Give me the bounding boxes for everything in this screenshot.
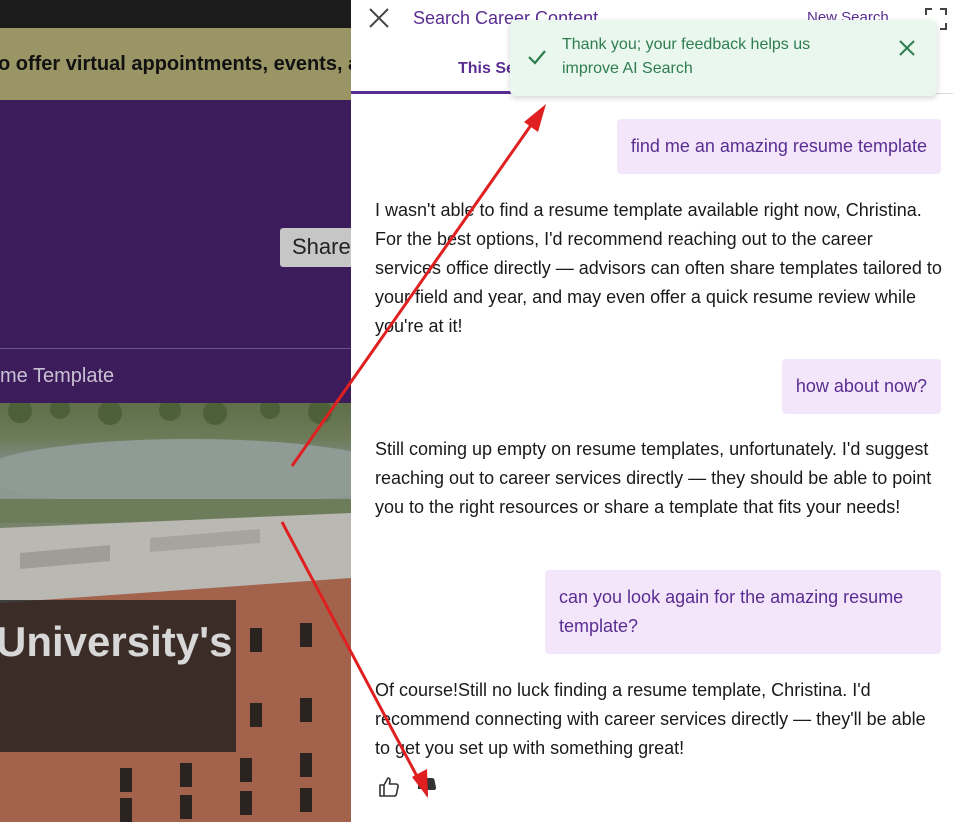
thumbs-up-button[interactable] bbox=[377, 775, 401, 799]
assistant-message: I wasn't able to find a resume template … bbox=[375, 196, 943, 341]
response-feedback bbox=[377, 775, 439, 799]
thumbs-down-filled-icon bbox=[418, 778, 437, 796]
user-message: can you look again for the amazing resum… bbox=[545, 570, 941, 654]
announcement-banner-text: o offer virtual appointments, events, a bbox=[0, 52, 351, 75]
user-message: how about now? bbox=[781, 359, 941, 414]
tab-this-search[interactable]: This Se bbox=[351, 40, 521, 94]
user-message-text: find me an amazing resume template bbox=[630, 136, 927, 156]
thumbs-up-outline-icon bbox=[379, 777, 399, 797]
feedback-toast: Thank you; your feedback helps us improv… bbox=[510, 20, 937, 96]
close-icon bbox=[899, 40, 915, 56]
close-icon bbox=[369, 8, 389, 28]
close-panel-button[interactable] bbox=[367, 6, 391, 30]
announcement-banner: o offer virtual appointments, events, a bbox=[0, 28, 351, 100]
assistant-message-text: I wasn't able to find a resume template … bbox=[375, 200, 942, 336]
breadcrumb: me Template bbox=[0, 348, 351, 403]
hero-title-box: University's bbox=[0, 600, 236, 752]
share-button[interactable]: Share bbox=[280, 228, 351, 267]
assistant-message: Still coming up empty on resume template… bbox=[375, 435, 943, 522]
assistant-message-text: Still coming up empty on resume template… bbox=[375, 439, 932, 517]
checkmark-icon bbox=[528, 50, 546, 65]
tab-this-search-label: This Se bbox=[458, 60, 515, 77]
toast-message: Thank you; your feedback helps us improv… bbox=[562, 36, 811, 77]
assistant-message: Of course!Still no luck finding a resume… bbox=[375, 676, 943, 763]
assistant-message-text: Of course!Still no luck finding a resume… bbox=[375, 680, 926, 758]
user-message-text: can you look again for the amazing resum… bbox=[559, 587, 904, 636]
background-page: o offer virtual appointments, events, a … bbox=[0, 0, 351, 822]
hero-title: University's bbox=[0, 618, 233, 665]
hero-section bbox=[0, 100, 351, 348]
user-message: find me an amazing resume template bbox=[616, 119, 941, 174]
thumbs-down-button[interactable] bbox=[415, 775, 439, 799]
toast-close-button[interactable] bbox=[896, 37, 918, 59]
breadcrumb-current: me Template bbox=[0, 365, 115, 387]
ai-search-panel: Search Career Content New Search This Se… bbox=[351, 0, 953, 822]
user-message-text: how about now? bbox=[795, 376, 927, 396]
background-top-bar bbox=[0, 0, 351, 28]
